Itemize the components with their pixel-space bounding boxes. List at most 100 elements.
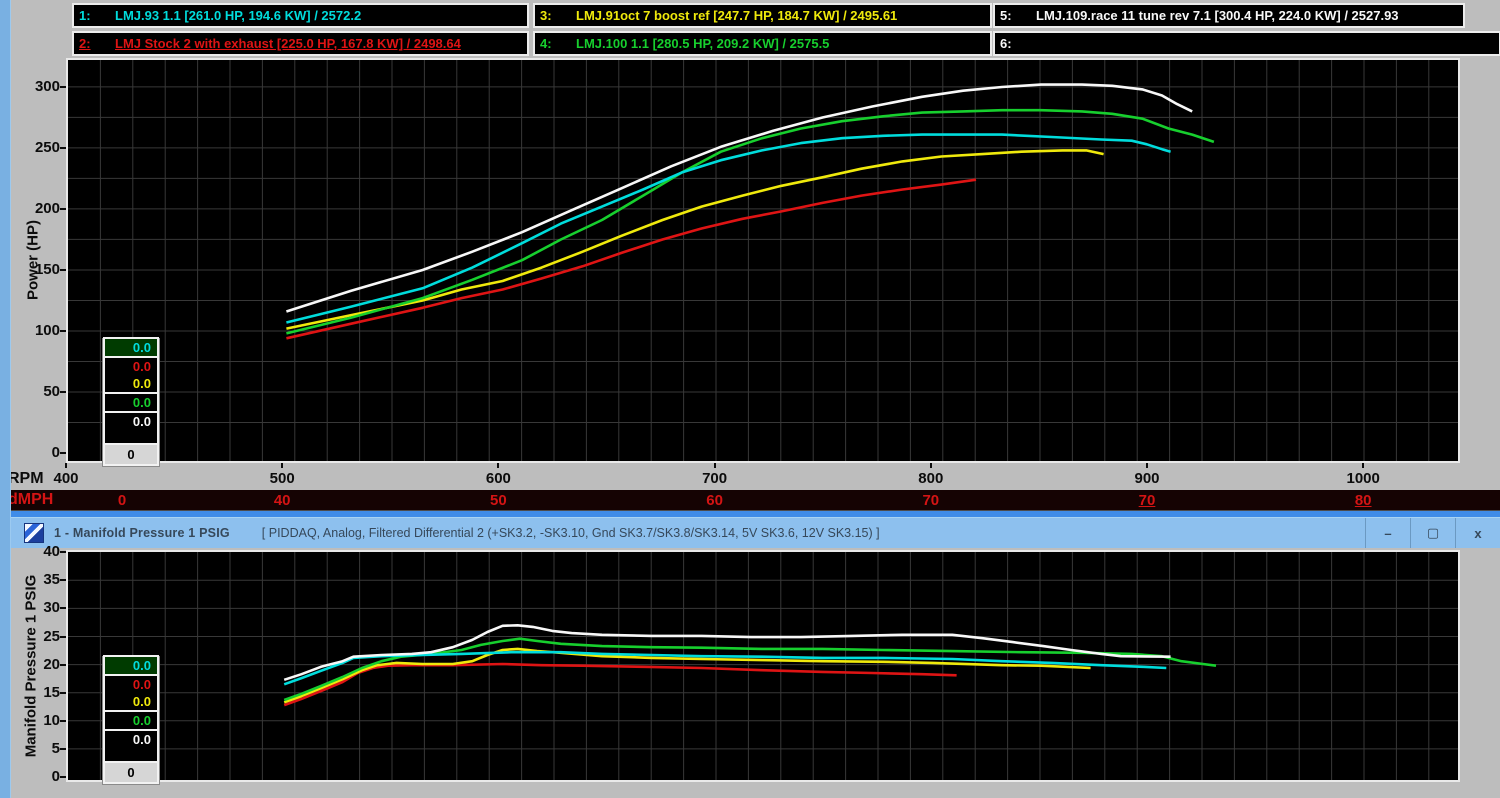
psi-tick-mark: [60, 607, 66, 609]
legend-entry-3[interactable]: 3: LMJ.91oct 7 boost ref [247.7 HP, 184.…: [533, 3, 992, 28]
rpm-tick-mark: [497, 463, 499, 468]
legend-entry-number: 1:: [79, 8, 115, 23]
dmph-axis-label: dMPH: [8, 491, 53, 509]
value-row-white: 0.0: [105, 731, 157, 748]
value-row-cyan: 0.0: [105, 339, 157, 356]
legend-entry-number: 6:: [1000, 36, 1036, 51]
psi-tick-mark: [60, 692, 66, 694]
rpm-tick-label: 600: [468, 470, 528, 487]
minimize-button[interactable]: –: [1365, 518, 1410, 548]
legend-entry-6[interactable]: 6:: [993, 31, 1500, 56]
value-box-spacer: [105, 430, 157, 443]
legend-entry-number: 3:: [540, 8, 576, 23]
value-row-red: 0.0: [105, 676, 157, 693]
rpm-tick-mark: [281, 463, 283, 468]
rpm-tick-mark: [930, 463, 932, 468]
legend-entry-label: LMJ Stock 2 with exhaust [225.0 HP, 167.…: [115, 36, 461, 51]
psi-tick-label: 35: [12, 571, 60, 588]
rpm-tick-label: 400: [36, 470, 96, 487]
psi-tick-mark: [60, 551, 66, 553]
psi-tick-mark: [60, 720, 66, 722]
power-tick-label: 0: [12, 444, 60, 461]
value-row-yellow: 0.0: [105, 693, 157, 710]
rpm-tick-label: 900: [1117, 470, 1177, 487]
value-row-cyan: 0.0: [105, 657, 157, 674]
psi-tick-label: 25: [12, 628, 60, 645]
cursor-value-box-power[interactable]: 0.0 0.0 0.0 0.0 0.0 0: [102, 338, 160, 467]
rpm-tick-label: 700: [685, 470, 745, 487]
series-curve-red: [284, 664, 956, 705]
dmph-tick-label: 50: [468, 492, 528, 509]
psi-tick-label: 0: [12, 768, 60, 785]
rpm-tick-label: 800: [901, 470, 961, 487]
rpm-tick-mark: [1362, 463, 1364, 468]
psi-tick-label: 10: [12, 712, 60, 729]
value-row-red: 0.0: [105, 358, 157, 375]
series-curve-cyan: [286, 135, 1170, 323]
power-tick-mark: [60, 391, 66, 393]
value-box-footer: 0: [103, 443, 159, 466]
series-curve-white: [286, 85, 1192, 312]
dmph-tick-label: 70: [901, 492, 961, 509]
rpm-tick-label: 1000: [1333, 470, 1393, 487]
psi-tick-mark: [60, 776, 66, 778]
legend-entry-2[interactable]: 2: LMJ Stock 2 with exhaust [225.0 HP, 1…: [72, 31, 529, 56]
psi-tick-label: 20: [12, 656, 60, 673]
power-tick-mark: [60, 330, 66, 332]
power-tick-label: 100: [12, 322, 60, 339]
power-chart-plot-area[interactable]: [66, 58, 1460, 463]
power-tick-mark: [60, 86, 66, 88]
legend-entry-number: 2:: [79, 36, 115, 51]
cursor-value-box-boost[interactable]: 0.0 0.0 0.0 0.0 0.0 0: [102, 656, 160, 785]
value-box-footer: 0: [103, 761, 159, 784]
rpm-tick-mark: [1146, 463, 1148, 468]
legend-entry-label: LMJ.109.race 11 tune rev 7.1 [300.4 HP, …: [1036, 8, 1399, 23]
value-box-spacer: [105, 748, 157, 761]
rpm-tick-mark: [65, 463, 67, 468]
psi-tick-mark: [60, 664, 66, 666]
window-left-border: [0, 0, 11, 798]
power-chart: [68, 60, 1458, 461]
boost-chart-plot-area[interactable]: [66, 550, 1460, 782]
boost-chart: [68, 552, 1458, 780]
legend-entry-4[interactable]: 4: LMJ.100 1.1 [280.5 HP, 209.2 KW] / 25…: [533, 31, 992, 56]
dmph-tick-label: 40: [252, 492, 312, 509]
app-icon[interactable]: [24, 523, 44, 543]
psi-tick-mark: [60, 579, 66, 581]
maximize-button[interactable]: ▢: [1410, 518, 1455, 548]
dmph-tick-label: 80: [1333, 492, 1393, 509]
power-tick-mark: [60, 452, 66, 454]
window-title: 1 - Manifold Pressure 1 PSIG: [54, 526, 230, 540]
legend-entry-label: LMJ.93 1.1 [261.0 HP, 194.6 KW] / 2572.2: [115, 8, 361, 23]
psi-tick-label: 40: [12, 543, 60, 560]
dmph-tick-label: 60: [685, 492, 745, 509]
window-subtitle: [ PIDDAQ, Analog, Filtered Differential …: [262, 526, 880, 540]
value-row-green: 0.0: [105, 712, 157, 729]
power-tick-label: 200: [12, 200, 60, 217]
value-row-yellow: 0.0: [105, 375, 157, 392]
power-tick-label: 50: [12, 383, 60, 400]
window-titlebar[interactable]: 1 - Manifold Pressure 1 PSIG [ PIDDAQ, A…: [0, 517, 1500, 548]
power-tick-mark: [60, 269, 66, 271]
dmph-tick-label: 0: [92, 492, 152, 509]
legend-entry-5[interactable]: 5: LMJ.109.race 11 tune rev 7.1 [300.4 H…: [993, 3, 1465, 28]
dmph-axis-row: [0, 490, 1500, 510]
power-tick-label: 300: [12, 78, 60, 95]
dyno-app-window: 1: LMJ.93 1.1 [261.0 HP, 194.6 KW] / 257…: [0, 0, 1500, 798]
legend-entry-label: LMJ.100 1.1 [280.5 HP, 209.2 KW] / 2575.…: [576, 36, 829, 51]
value-row-white: 0.0: [105, 413, 157, 430]
power-tick-mark: [60, 147, 66, 149]
power-axis-label: Power (HP): [25, 220, 42, 300]
close-button[interactable]: x: [1455, 518, 1500, 548]
psi-tick-label: 5: [12, 740, 60, 757]
dmph-tick-label: 70: [1117, 492, 1177, 509]
psi-tick-label: 15: [12, 684, 60, 701]
legend-entry-number: 5:: [1000, 8, 1036, 23]
legend-entry-1[interactable]: 1: LMJ.93 1.1 [261.0 HP, 194.6 KW] / 257…: [72, 3, 529, 28]
psi-tick-label: 30: [12, 599, 60, 616]
psi-tick-mark: [60, 636, 66, 638]
legend-entry-number: 4:: [540, 36, 576, 51]
power-tick-label: 250: [12, 139, 60, 156]
psi-tick-mark: [60, 748, 66, 750]
rpm-tick-label: 500: [252, 470, 312, 487]
